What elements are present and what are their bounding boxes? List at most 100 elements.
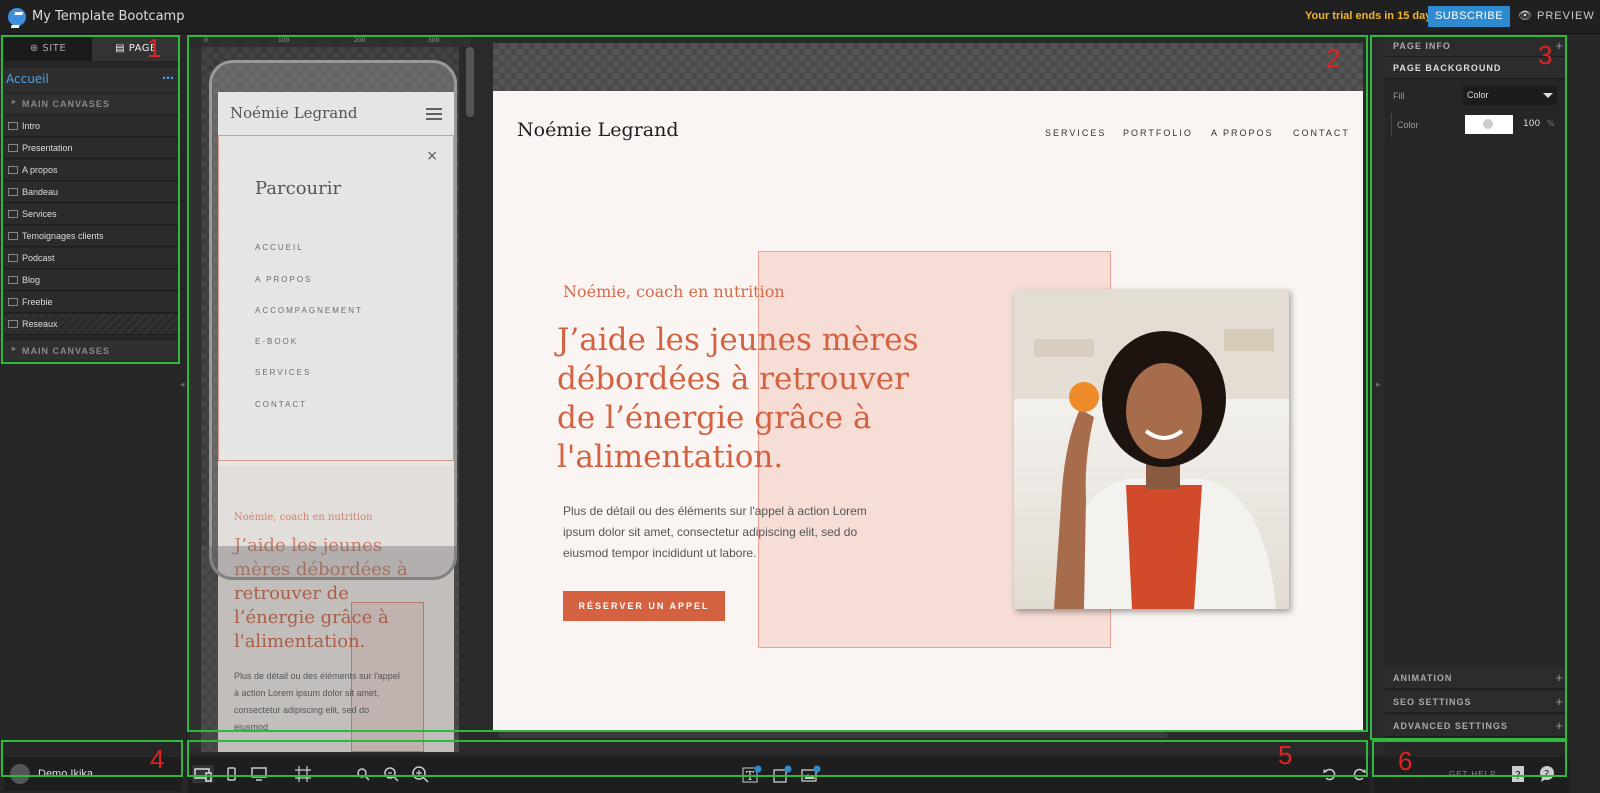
current-page-selector[interactable]: Accueil ⋯ [4,68,180,92]
phone-frame [209,60,457,580]
grid-crop-icon[interactable] [294,765,312,783]
opacity-unit: % [1547,119,1555,128]
annotation-number: 1 [147,33,162,63]
nav-link-services[interactable]: SERVICES [1045,128,1106,138]
trial-notice: Your trial ends in 15 days [1305,10,1438,22]
ruler-tick: 300 [428,37,440,44]
coach-portrait-image[interactable] [1014,289,1289,609]
get-help-link[interactable]: GET HELP [1449,770,1496,779]
plus-icon[interactable]: + [1555,694,1564,709]
vertical-ruler [190,47,200,747]
right-panel: PAGE INFO + PAGE BACKGROUND Fill Color C… [1385,35,1569,755]
book-call-button[interactable]: RÉSERVER UN APPEL [563,591,725,621]
more-options-icon[interactable]: ⋯ [162,71,174,85]
hero-body-text[interactable]: Plus de détail ou des éléments sur l'app… [563,501,883,564]
color-label: Color [1397,120,1419,130]
canvas-item[interactable]: Podcast [4,248,180,269]
desktop-brand[interactable]: Noémie Legrand [517,119,679,141]
canvas-item[interactable]: Freebie [4,292,180,313]
canvas-icon [8,188,18,196]
main-canvases-header-2[interactable]: MAIN CANVASES [4,341,180,361]
plus-icon[interactable]: + [1555,718,1564,733]
redo-icon[interactable] [1350,765,1368,783]
zoom-reset-icon[interactable] [382,765,400,783]
add-image-icon[interactable] [801,765,821,783]
nav-link-contact[interactable]: CONTACT [1293,128,1350,138]
ruler-tick: 0 [204,37,208,44]
canvas-icon [8,276,18,284]
subscribe-button[interactable]: SUBSCRIBE [1428,6,1510,27]
canvas-item[interactable]: Presentation [4,138,180,159]
nav-link-portfolio[interactable]: PORTFOLIO [1123,128,1193,138]
canvas-item[interactable]: Temoignages clients [4,226,180,247]
mobile-preview[interactable]: Noémie Legrand × Parcourir ACCUEIL A PRO… [201,47,459,752]
tab-site-label: SITE [42,43,67,54]
user-name: Demo Ikika [38,768,94,780]
canvas-area: 0 100 200 300 Noémie Legrand × Parcourir… [188,35,1398,755]
canvas-icon [8,144,18,152]
zoom-out-icon[interactable] [354,765,372,783]
collapse-left-panel-icon[interactable]: ◂ [180,380,185,390]
canvas-item-label: Services [22,209,57,219]
plus-icon[interactable]: + [1555,670,1564,685]
add-shape-icon[interactable] [772,765,792,783]
canvas-item-label: Intro [22,121,41,131]
seo-settings-header[interactable]: SEO SETTINGS + [1385,691,1568,713]
canvas-icon [8,232,18,240]
canvas-icon [8,320,18,328]
vertical-scrollbar[interactable] [466,47,474,117]
canvas-item-label: Blog [22,275,41,285]
help-document-icon[interactable]: ? [1509,765,1527,783]
desktop-preview[interactable]: Noémie Legrand SERVICES PORTFOLIO A PROP… [493,43,1363,731]
svg-text:T: T [746,769,754,783]
ruler-tick: 100 [278,37,290,44]
fill-type-select[interactable]: Color [1463,86,1557,105]
canvas-item[interactable]: Reseaux [4,314,180,335]
top-bar: My Template Bootcamp Your trial ends in … [0,0,1600,34]
add-text-icon[interactable]: T [742,765,762,783]
canvas-item[interactable]: Bandeau [4,182,180,203]
animation-header[interactable]: ANIMATION + [1385,667,1568,689]
plus-icon[interactable]: + [1555,38,1564,53]
avatar [10,764,30,784]
fill-label: Fill [1393,91,1405,101]
collapse-right-panel-icon[interactable]: ▸ [1376,380,1381,390]
hero-subtitle[interactable]: Noémie, coach en nutrition [563,282,785,301]
fill-type-value: Color [1467,90,1489,100]
mobile-view-icon[interactable] [222,765,240,783]
desktop-mobile-view-icon[interactable] [192,765,214,783]
canvas-item[interactable]: Intro [4,116,180,137]
canvas-item[interactable]: Services [4,204,180,225]
desktop-view-icon[interactable] [250,765,268,783]
canvas-item-label: A propos [22,165,58,175]
nav-link-a-propos[interactable]: A PROPOS [1211,128,1274,138]
undo-icon[interactable] [1321,765,1339,783]
tab-page[interactable]: ▤ PAGE [92,37,180,61]
eye-icon: 👁 [1518,10,1533,22]
horizontal-ruler: 0 100 200 300 [201,37,471,47]
tab-site[interactable]: ⊕ SITE [4,37,92,61]
opacity-input[interactable]: 100 [1523,119,1540,129]
preview-button[interactable]: 👁 PREVIEW [1518,9,1595,22]
canvas-item-label: Reseaux [22,319,58,329]
main-canvases-header[interactable]: MAIN CANVASES [4,94,180,114]
animation-label: ANIMATION [1393,673,1453,683]
canvas-item-label: Temoignages clients [22,231,104,241]
hero-headline[interactable]: J’aide les jeunes mères débordées à retr… [557,321,937,477]
horizontal-scrollbar[interactable] [498,732,1168,738]
canvas-item[interactable]: A propos [4,160,180,181]
current-page-name: Accueil [6,72,49,86]
canvas-icon [8,122,18,130]
app-title: My Template Bootcamp [32,9,185,24]
desktop-page[interactable]: Noémie Legrand SERVICES PORTFOLIO A PROP… [493,91,1363,731]
annotation-number: 4 [150,744,165,774]
zoom-in-icon[interactable] [411,765,429,783]
advanced-settings-header[interactable]: ADVANCED SETTINGS + [1385,715,1568,737]
page-info-label: PAGE INFO [1393,41,1451,51]
canvas-item[interactable]: Blog [4,270,180,291]
seo-settings-label: SEO SETTINGS [1393,697,1472,707]
annotation-number: 3 [1538,40,1553,70]
color-picker-swatch[interactable] [1465,115,1513,134]
portrait-illustration [1014,289,1289,609]
help-chat-icon[interactable]: ? [1538,765,1556,783]
